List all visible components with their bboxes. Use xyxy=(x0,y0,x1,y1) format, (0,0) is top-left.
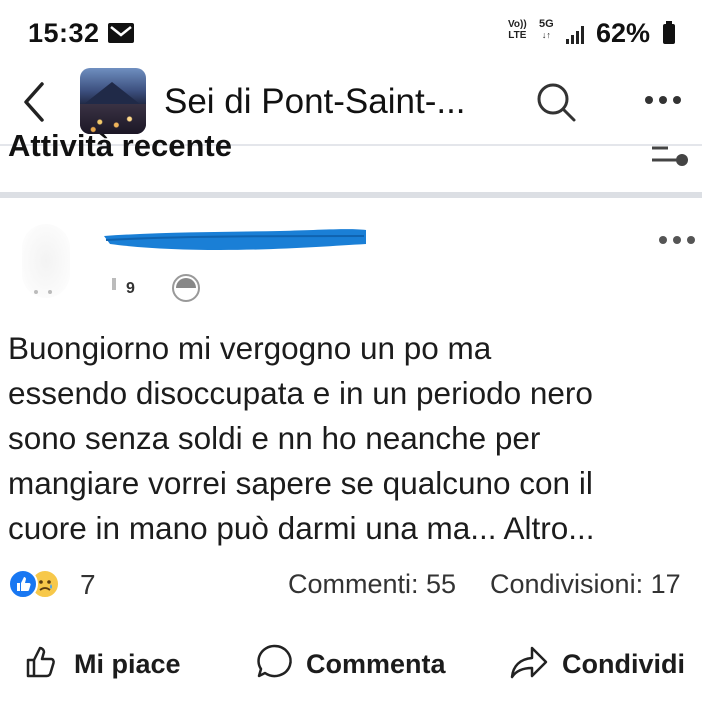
battery-icon xyxy=(663,21,675,44)
post-actions: Mi piace Commenta Condividi xyxy=(0,632,702,696)
section-title: Attività recente xyxy=(8,134,232,168)
author-name-redacted[interactable] xyxy=(100,222,372,256)
volte-top: Vo)) xyxy=(508,19,527,30)
share-button[interactable]: Condividi xyxy=(508,632,685,696)
data-arrows-icon: ↓↑ xyxy=(541,30,551,40)
network-5g-label: 5G xyxy=(539,18,554,30)
post-meta: 9 xyxy=(30,266,210,306)
shares-count[interactable]: Condivisioni: 17 xyxy=(490,569,681,600)
group-avatar[interactable] xyxy=(80,68,146,134)
like-reaction-icon xyxy=(8,569,38,599)
group-header: Sei di Pont-Saint-... xyxy=(0,66,702,138)
more-icon[interactable] xyxy=(642,90,684,110)
comment-icon xyxy=(254,642,294,687)
post-more-icon[interactable] xyxy=(656,232,698,248)
search-icon[interactable] xyxy=(534,80,578,124)
signal-icon xyxy=(566,26,586,44)
thumbs-up-icon xyxy=(22,642,62,687)
battery-percent: 62% xyxy=(596,18,651,48)
comment-button[interactable]: Commenta xyxy=(254,632,446,696)
back-icon[interactable] xyxy=(16,80,56,124)
filter-icon[interactable] xyxy=(646,140,692,170)
post-meta-text: 9 xyxy=(126,280,135,297)
like-button[interactable]: Mi piace xyxy=(22,632,181,696)
group-title[interactable]: Sei di Pont-Saint-... xyxy=(164,82,466,122)
section-divider xyxy=(0,192,702,198)
reaction-count[interactable]: 7 xyxy=(80,569,96,601)
post-text[interactable]: Buongiorno mi vergogno un po ma essendo … xyxy=(8,326,698,551)
status-bar: 15:32 Vo)) LTE 5G ↓↑ 62% xyxy=(0,0,702,66)
section-title-text: Attività recente xyxy=(8,134,232,163)
status-time: 15:32 xyxy=(28,18,100,48)
network-5g: 5G ↓↑ xyxy=(539,19,554,41)
volte-indicator: Vo)) LTE xyxy=(508,19,527,41)
like-label: Mi piace xyxy=(74,648,181,679)
share-icon xyxy=(508,642,550,687)
mail-icon xyxy=(108,23,134,43)
comment-label: Commenta xyxy=(306,648,446,679)
share-label: Condividi xyxy=(562,648,685,679)
volte-bottom: LTE xyxy=(508,30,527,41)
comments-count[interactable]: Commenti: 55 xyxy=(288,569,456,600)
